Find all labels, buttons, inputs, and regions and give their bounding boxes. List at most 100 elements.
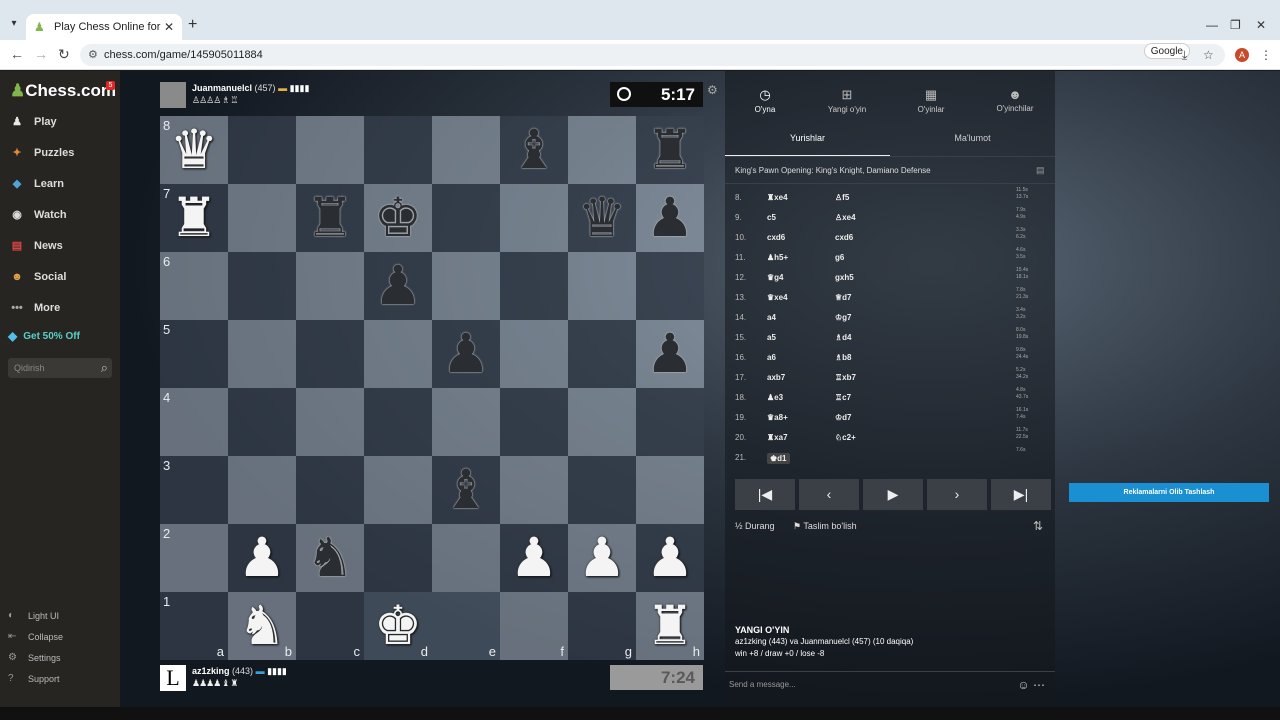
chess-logo[interactable]: ♟Chess.com bbox=[10, 81, 116, 101]
first-move-button[interactable]: |◀ bbox=[735, 479, 795, 510]
restore-icon[interactable]: ❐ bbox=[1230, 18, 1241, 32]
message-input[interactable]: Send a message... ☺ ⋯ bbox=[725, 671, 1055, 697]
sidebar-item-more[interactable]: ••• More bbox=[8, 297, 60, 319]
square-b6[interactable] bbox=[228, 252, 296, 320]
square-h5[interactable]: ♟ bbox=[636, 320, 704, 388]
sidebar-support[interactable]: ? Support bbox=[8, 673, 60, 684]
minimize-icon[interactable]: — bbox=[1206, 18, 1218, 32]
black-move[interactable]: ♙f5 bbox=[835, 193, 849, 202]
black-move[interactable]: ♖xb7 bbox=[835, 373, 856, 382]
tab-o-yinchilar[interactable]: ☻ O'yinchilar bbox=[975, 87, 1055, 113]
black-rook-icon[interactable]: ♜ bbox=[296, 184, 364, 252]
square-c3[interactable] bbox=[296, 456, 364, 524]
white-move[interactable]: axb7 bbox=[767, 373, 785, 382]
promo-link[interactable]: ◆ Get 50% Off bbox=[8, 329, 80, 343]
black-move[interactable]: ♗d4 bbox=[835, 333, 852, 342]
black-knight-icon[interactable]: ♞ bbox=[296, 524, 364, 592]
tab-list-icon[interactable]: ▾ bbox=[6, 18, 22, 34]
black-move[interactable]: ♕d7 bbox=[835, 293, 852, 302]
chess-board[interactable]: ♛ 8 ♝ ♜ ♜ 7 ♜ ♚ ♛ ♟ 6 ♟ 5 ♟ ♟ 4 3 ♝ 2 ♟ ♞ ♟ ♟ ♟ 1 a ♞ b c ♚ d e f g ♜ h bbox=[160, 116, 704, 660]
square-d5[interactable] bbox=[364, 320, 432, 388]
square-a8[interactable]: ♛ 8 bbox=[160, 116, 228, 184]
emoji-icon[interactable]: ☺ ⋯ bbox=[1017, 678, 1045, 692]
square-e3[interactable]: ♝ bbox=[432, 456, 500, 524]
square-f1[interactable]: f bbox=[500, 592, 568, 660]
square-d1[interactable]: ♚ d bbox=[364, 592, 432, 660]
square-e2[interactable] bbox=[432, 524, 500, 592]
white-pawn-icon[interactable]: ♟ bbox=[636, 524, 704, 592]
square-g2[interactable]: ♟ bbox=[568, 524, 636, 592]
square-h1[interactable]: ♜ h bbox=[636, 592, 704, 660]
square-b7[interactable] bbox=[228, 184, 296, 252]
square-c5[interactable] bbox=[296, 320, 364, 388]
white-move[interactable]: ♜xa7 bbox=[767, 433, 788, 442]
last-move-button[interactable]: ▶| bbox=[991, 479, 1051, 510]
black-move[interactable]: ♖c7 bbox=[835, 393, 851, 402]
square-f7[interactable] bbox=[500, 184, 568, 252]
white-move[interactable]: ♚d1 bbox=[767, 453, 790, 464]
bottom-player-name[interactable]: az1zking bbox=[192, 666, 230, 676]
square-g6[interactable] bbox=[568, 252, 636, 320]
sidebar-item-social[interactable]: ☻ Social bbox=[8, 266, 66, 288]
browser-menu-icon[interactable]: ⋮ bbox=[1260, 48, 1272, 62]
black-queen-icon[interactable]: ♛ bbox=[568, 184, 636, 252]
square-e6[interactable] bbox=[432, 252, 500, 320]
square-d4[interactable] bbox=[364, 388, 432, 456]
square-g1[interactable]: g bbox=[568, 592, 636, 660]
url-field[interactable]: ⚙ chess.com/game/145905011884 bbox=[80, 44, 1225, 66]
black-move[interactable]: ♗b8 bbox=[835, 353, 852, 362]
search-icon[interactable]: ⌕ bbox=[101, 360, 108, 376]
black-move[interactable]: gxh5 bbox=[835, 273, 854, 282]
square-h3[interactable] bbox=[636, 456, 704, 524]
square-a4[interactable]: 4 bbox=[160, 388, 228, 456]
sidebar-collapse[interactable]: ⇤ Collapse bbox=[8, 631, 63, 642]
board-settings-icon[interactable]: ⚙ bbox=[707, 83, 718, 97]
square-d6[interactable]: ♟ bbox=[364, 252, 432, 320]
square-d7[interactable]: ♚ bbox=[364, 184, 432, 252]
tab-info[interactable]: Ma'lumot bbox=[890, 133, 1055, 143]
tab-moves[interactable]: Yurishlar bbox=[725, 133, 890, 157]
white-move[interactable]: cxd6 bbox=[767, 233, 785, 242]
white-pawn-icon[interactable]: ♟ bbox=[228, 524, 296, 592]
sidebar-item-watch[interactable]: ◉ Watch bbox=[8, 204, 66, 226]
square-h7[interactable]: ♟ bbox=[636, 184, 704, 252]
white-move[interactable]: a4 bbox=[767, 313, 776, 322]
back-icon[interactable]: ← bbox=[10, 46, 24, 62]
close-tab-icon[interactable]: ✕ bbox=[164, 20, 174, 34]
square-e8[interactable] bbox=[432, 116, 500, 184]
sidebar-item-learn[interactable]: ◆ Learn bbox=[8, 173, 64, 195]
tab-o-yinlar[interactable]: ▦ O'yinlar bbox=[891, 87, 971, 114]
black-pawn-icon[interactable]: ♟ bbox=[364, 252, 432, 320]
square-g4[interactable] bbox=[568, 388, 636, 456]
square-a7[interactable]: ♜ 7 bbox=[160, 184, 228, 252]
black-pawn-icon[interactable]: ♟ bbox=[636, 184, 704, 252]
black-move[interactable]: cxd6 bbox=[835, 233, 853, 242]
close-window-icon[interactable]: ✕ bbox=[1256, 18, 1266, 32]
square-f4[interactable] bbox=[500, 388, 568, 456]
browser-tab[interactable]: ♟ Play Chess Online for FREE - 2 P ✕ bbox=[26, 14, 182, 40]
sidebar-settings[interactable]: ⚙ Settings bbox=[8, 652, 61, 663]
square-c6[interactable] bbox=[296, 252, 364, 320]
new-tab-icon[interactable]: + bbox=[188, 16, 197, 34]
black-rook-icon[interactable]: ♜ bbox=[636, 116, 704, 184]
square-d8[interactable] bbox=[364, 116, 432, 184]
black-move[interactable]: ♘c2+ bbox=[835, 433, 856, 442]
white-move[interactable]: ♜xe4 bbox=[767, 193, 788, 202]
square-a6[interactable]: 6 bbox=[160, 252, 228, 320]
black-pawn-icon[interactable]: ♟ bbox=[432, 320, 500, 388]
draw-button[interactable]: ½ Durang bbox=[735, 521, 775, 531]
notification-badge[interactable]: 5 bbox=[106, 81, 115, 90]
square-a3[interactable]: 3 bbox=[160, 456, 228, 524]
black-move[interactable]: ♔g7 bbox=[835, 313, 852, 322]
sidebar-light-ui[interactable]: ◐ Light UI bbox=[8, 610, 59, 621]
square-b8[interactable] bbox=[228, 116, 296, 184]
black-pawn-icon[interactable]: ♟ bbox=[636, 320, 704, 388]
book-icon[interactable]: ▤ bbox=[1036, 165, 1045, 176]
white-pawn-icon[interactable]: ♟ bbox=[500, 524, 568, 592]
white-move[interactable]: ♛a8+ bbox=[767, 413, 788, 422]
square-d3[interactable] bbox=[364, 456, 432, 524]
square-e1[interactable]: e bbox=[432, 592, 500, 660]
square-h4[interactable] bbox=[636, 388, 704, 456]
black-move[interactable]: ♔d7 bbox=[835, 413, 852, 422]
square-f8[interactable]: ♝ bbox=[500, 116, 568, 184]
